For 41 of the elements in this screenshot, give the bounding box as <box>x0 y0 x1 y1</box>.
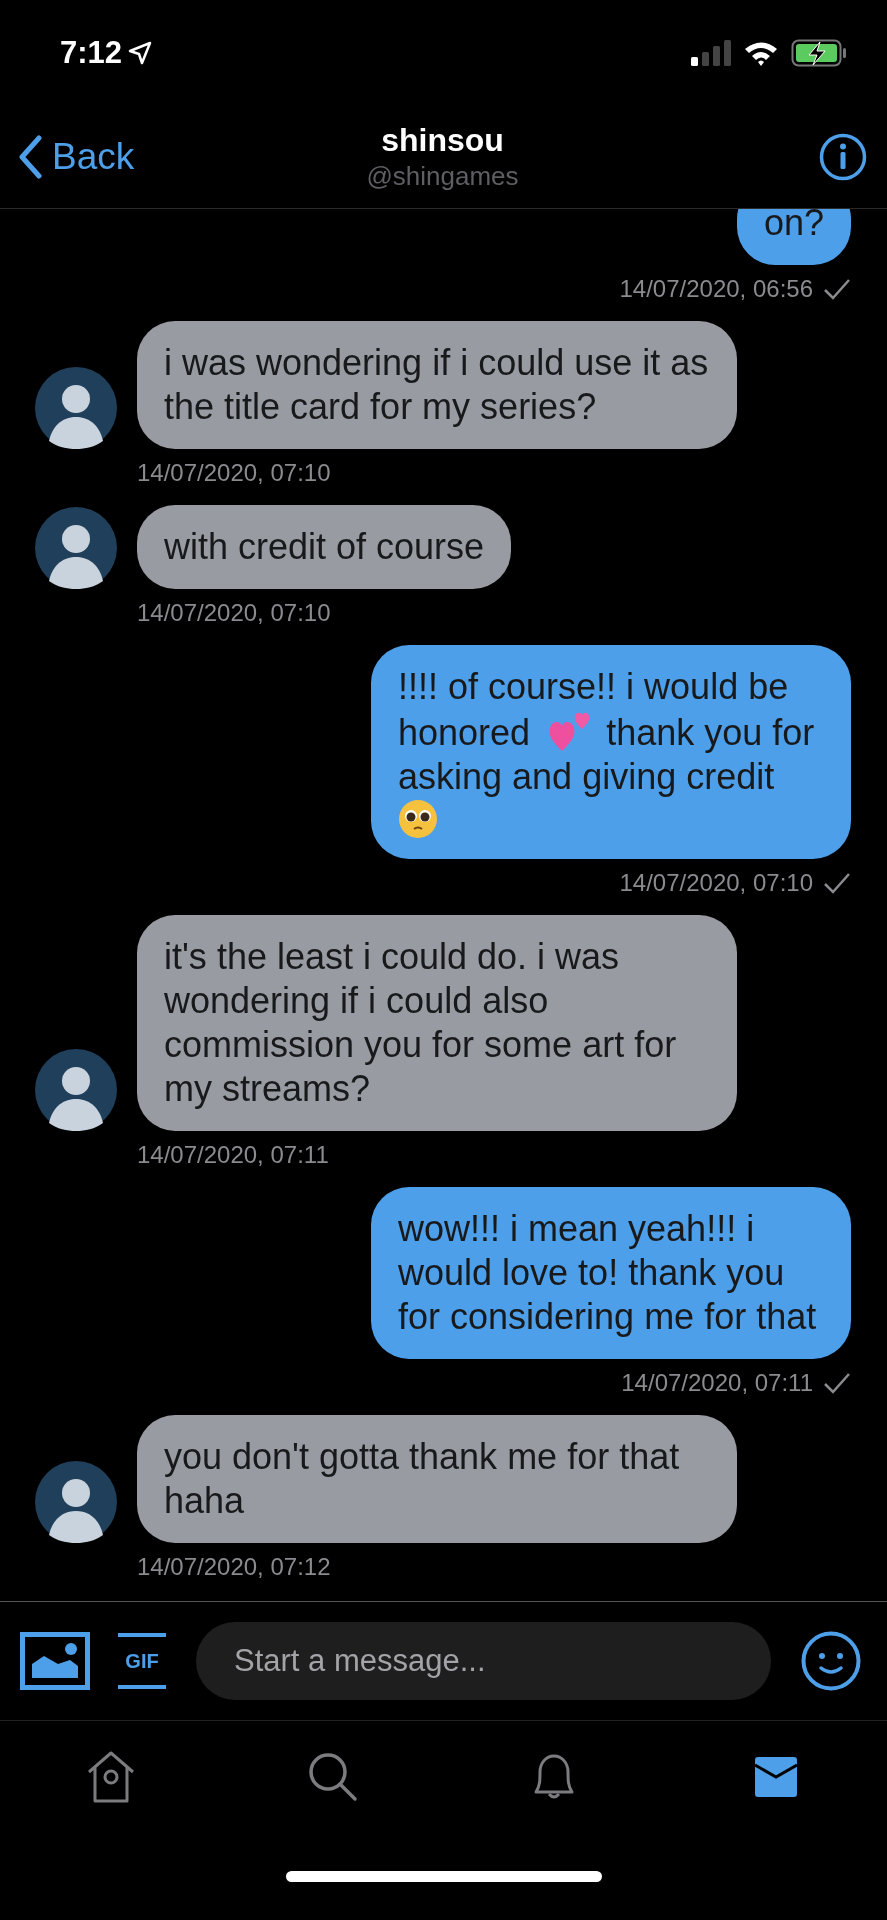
message-timestamp: 14/07/2020, 06:56 <box>619 275 813 303</box>
message-text: on? <box>763 209 824 243</box>
sent-check-icon <box>823 872 851 894</box>
tab-button[interactable] <box>755 1757 798 1797</box>
message-text: asking and giving credit <box>398 756 775 797</box>
chevron-left-icon <box>18 134 42 179</box>
message-timestamp: 14/07/2020, 07:10 <box>137 459 331 487</box>
back-button[interactable]: Back <box>18 134 135 179</box>
sent-check-icon <box>823 1372 851 1394</box>
status-time: 7:12 <box>60 34 123 71</box>
message-timestamp: 14/07/2020, 07:11 <box>137 1141 329 1169</box>
message-text: honored <box>398 712 531 753</box>
message-text: with credit of course <box>164 526 485 567</box>
message-text: !!!! of course!! i would be <box>398 666 789 707</box>
emoji-button[interactable] <box>801 1631 861 1691</box>
message-text: thank you for <box>606 712 815 753</box>
location-arrow-icon <box>128 40 153 65</box>
message-text: i was wondering if i could use it as the title card for my series? <box>164 342 709 427</box>
image-icon <box>20 1632 90 1690</box>
pleading-face-emoji-icon <box>398 799 438 839</box>
message-timestamp: 14/07/2020, 07:10 <box>137 599 331 627</box>
message-input-field[interactable]: Start a message... <box>196 1622 771 1700</box>
mail-icon <box>755 1757 798 1797</box>
smiley-icon <box>801 1631 861 1691</box>
info-button[interactable] <box>819 132 867 181</box>
message-timestamp: 14/07/2020, 07:12 <box>137 1553 331 1581</box>
search-icon <box>306 1751 359 1803</box>
signal-icon <box>691 39 731 66</box>
message-timestamp: 14/07/2020, 07:11 <box>621 1369 813 1397</box>
image-button[interactable] <box>20 1632 90 1690</box>
conversation-title: shinsou <box>381 121 504 159</box>
message-text: wow!!! i mean yeah!!! i would love to! thank you for considering me for that <box>398 1208 817 1337</box>
message-text: it's the least i could do. i was wondering if i could also commission you for some art for my streams? <box>164 936 677 1109</box>
battery-charging-icon <box>791 38 847 67</box>
gif-button[interactable]: GIF <box>118 1633 166 1689</box>
message-text: you don't gotta thank me for that haha <box>164 1436 680 1521</box>
sent-check-icon <box>823 278 851 300</box>
message-timestamp: 14/07/2020, 07:10 <box>619 869 813 897</box>
info-icon <box>819 132 867 181</box>
conversation-handle: @shingames <box>366 160 519 192</box>
tab-button[interactable] <box>306 1751 359 1803</box>
